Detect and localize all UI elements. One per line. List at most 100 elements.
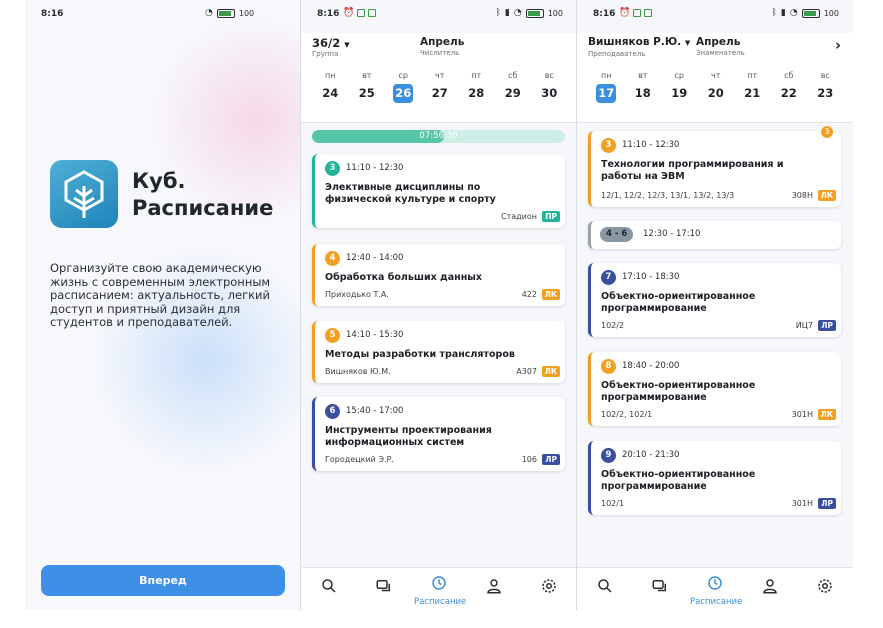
user-icon: [487, 579, 501, 594]
status-bar: 8:16 ◔ 100: [25, 8, 301, 24]
day-date: 18: [634, 86, 651, 100]
app-title-line1: Куб.: [132, 169, 186, 193]
signal-icon: ▮: [780, 8, 786, 18]
app-description: Организуйте свою академическую жизнь с с…: [50, 261, 271, 329]
schedule-header: 36/2 ▼ Группа Апрель Числитель пн 24 вт 25…: [301, 33, 577, 123]
class-title: Элективные дисциплины по физической куль…: [325, 182, 496, 205]
class-number: 8: [601, 359, 616, 374]
day-name: чт: [435, 71, 445, 80]
day-name: вт: [362, 71, 372, 80]
day-name: ср: [674, 71, 684, 80]
schedule-header: Вишняков Р.Ю. ▼ Преподаватель Апрель Зна…: [577, 33, 853, 123]
day-date: 23: [817, 86, 834, 100]
day-date: 28: [468, 86, 485, 100]
day-mon[interactable]: пн 17: [588, 71, 625, 103]
chat-icon: [376, 580, 390, 592]
class-title: Инструменты проектирования информационны…: [325, 425, 492, 448]
class-type-tag: ЛК: [541, 366, 560, 377]
chat-icon: [652, 580, 666, 592]
nav-settings[interactable]: [800, 568, 850, 610]
class-number: 5: [325, 328, 340, 343]
nav-profile[interactable]: [745, 568, 795, 610]
day-thu[interactable]: чт 20: [698, 71, 735, 103]
class-card[interactable]: 8 18:40 - 20:00 Объектно-ориентированное…: [588, 352, 841, 426]
alarm-icon: ⏰: [619, 8, 631, 18]
day-sun[interactable]: вс 30: [531, 71, 568, 103]
day-name: пт: [747, 71, 758, 80]
class-title: Методы разработки трансляторов: [325, 349, 515, 360]
group-schedule-screen: 8:16 ⏰ ᛒ ▮ ◔ 100 36/2 ▼ Группа Апрель Чи…: [301, 0, 577, 610]
day-mon[interactable]: пн 24: [312, 71, 349, 103]
day-sat[interactable]: сб 29: [495, 71, 532, 103]
day-date: 27: [431, 86, 448, 100]
day-fri[interactable]: пт 21: [734, 71, 771, 103]
class-room: А307: [516, 367, 537, 376]
class-room: Стадион: [500, 212, 537, 221]
class-title: Объектно-ориентированное программировани…: [601, 380, 756, 403]
class-card[interactable]: 3 11:10 - 12:30 Элективные дисциплины по…: [312, 154, 565, 228]
nav-chat[interactable]: [635, 568, 685, 610]
day-date: 19: [671, 86, 688, 100]
day-fri[interactable]: пт 28: [458, 71, 495, 103]
day-name: вт: [638, 71, 648, 80]
chevron-right-icon[interactable]: ›: [835, 36, 841, 54]
class-card[interactable]: 4 12:40 - 14:00 Обработка больших данных…: [312, 244, 565, 306]
day-tue[interactable]: вт 18: [625, 71, 662, 103]
break-card: 4 - 6 12:30 - 17:10: [588, 221, 841, 249]
nav-chat[interactable]: [359, 568, 409, 610]
day-tue[interactable]: вт 25: [349, 71, 386, 103]
class-time: 17:10 - 18:30: [622, 272, 680, 282]
nav-search[interactable]: [304, 568, 354, 610]
day-date: 22: [780, 86, 797, 100]
teacher-selector[interactable]: Вишняков Р.Ю. ▼: [588, 36, 690, 48]
class-number: 4: [325, 251, 340, 266]
class-card[interactable]: 6 15:40 - 17:00 Инструменты проектирован…: [312, 397, 565, 471]
class-time: 15:40 - 17:00: [346, 406, 404, 416]
day-sat[interactable]: сб 22: [771, 71, 808, 103]
week-day-strip: пн 24 вт 25 ср 26 чт 27 пт 28 сб 29 вс 30: [312, 71, 572, 103]
class-card[interactable]: 7 17:10 - 18:30 Объектно-ориентированное…: [588, 263, 841, 337]
signal-icon: ▮: [504, 8, 510, 18]
alarm-icon: ⏰: [343, 8, 355, 18]
class-type-tag: ЛР: [818, 498, 836, 509]
bottom-nav: Расписание: [577, 567, 853, 610]
day-date: 24: [322, 86, 339, 100]
class-card[interactable]: 3 3 11:10 - 12:30 Технологии программиро…: [588, 126, 841, 207]
day-wed[interactable]: ср 26: [385, 71, 422, 103]
class-teacher: Приходько Т.А.: [325, 290, 389, 299]
app-logo-icon: [50, 160, 118, 228]
group-selector-label: 36/2: [312, 36, 341, 50]
app-notification-icon: [357, 9, 366, 17]
class-room: 106: [521, 455, 537, 464]
day-thu[interactable]: чт 27: [422, 71, 459, 103]
month-label: Апрель: [696, 36, 741, 48]
chevron-down-icon: ▼: [684, 39, 691, 47]
nav-profile[interactable]: [469, 568, 519, 610]
class-title: Объектно-ориентированное программировани…: [601, 469, 756, 492]
nav-search[interactable]: [580, 568, 630, 610]
nav-schedule[interactable]: Расписание: [414, 568, 466, 610]
group-selector[interactable]: 36/2 ▼: [312, 36, 350, 50]
class-card[interactable]: 5 14:10 - 15:30 Методы разработки трансл…: [312, 321, 565, 383]
bluetooth-icon: ᛒ: [771, 8, 777, 18]
class-groups: 102/1: [601, 499, 625, 508]
nav-settings[interactable]: [524, 568, 574, 610]
nav-schedule[interactable]: Расписание: [690, 568, 742, 610]
status-icons: ᛒ ▮ ◔ 100: [772, 8, 840, 18]
day-name: вс: [544, 71, 554, 80]
class-time: 12:40 - 14:00: [346, 253, 404, 263]
gear-icon: [818, 579, 833, 593]
next-button[interactable]: Вперед: [41, 565, 285, 596]
class-room: ИЦ7: [795, 321, 813, 330]
day-wed[interactable]: ср 19: [661, 71, 698, 103]
class-room: 422: [521, 290, 537, 299]
day-sun[interactable]: вс 23: [807, 71, 844, 103]
class-card[interactable]: 9 20:10 - 21:30 Объектно-ориентированное…: [588, 441, 841, 515]
class-room: 308Н: [791, 191, 813, 200]
day-name: пн: [601, 71, 612, 80]
day-date: 29: [504, 86, 521, 100]
group-selector-caption: Группа: [312, 50, 339, 58]
notification-icons: ⏰: [619, 8, 653, 18]
class-teacher: Вишняков Ю.М.: [325, 367, 391, 376]
week-day-strip: пн 17 вт 18 ср 19 чт 20 пт 21 сб 22 вс 23: [588, 71, 848, 103]
